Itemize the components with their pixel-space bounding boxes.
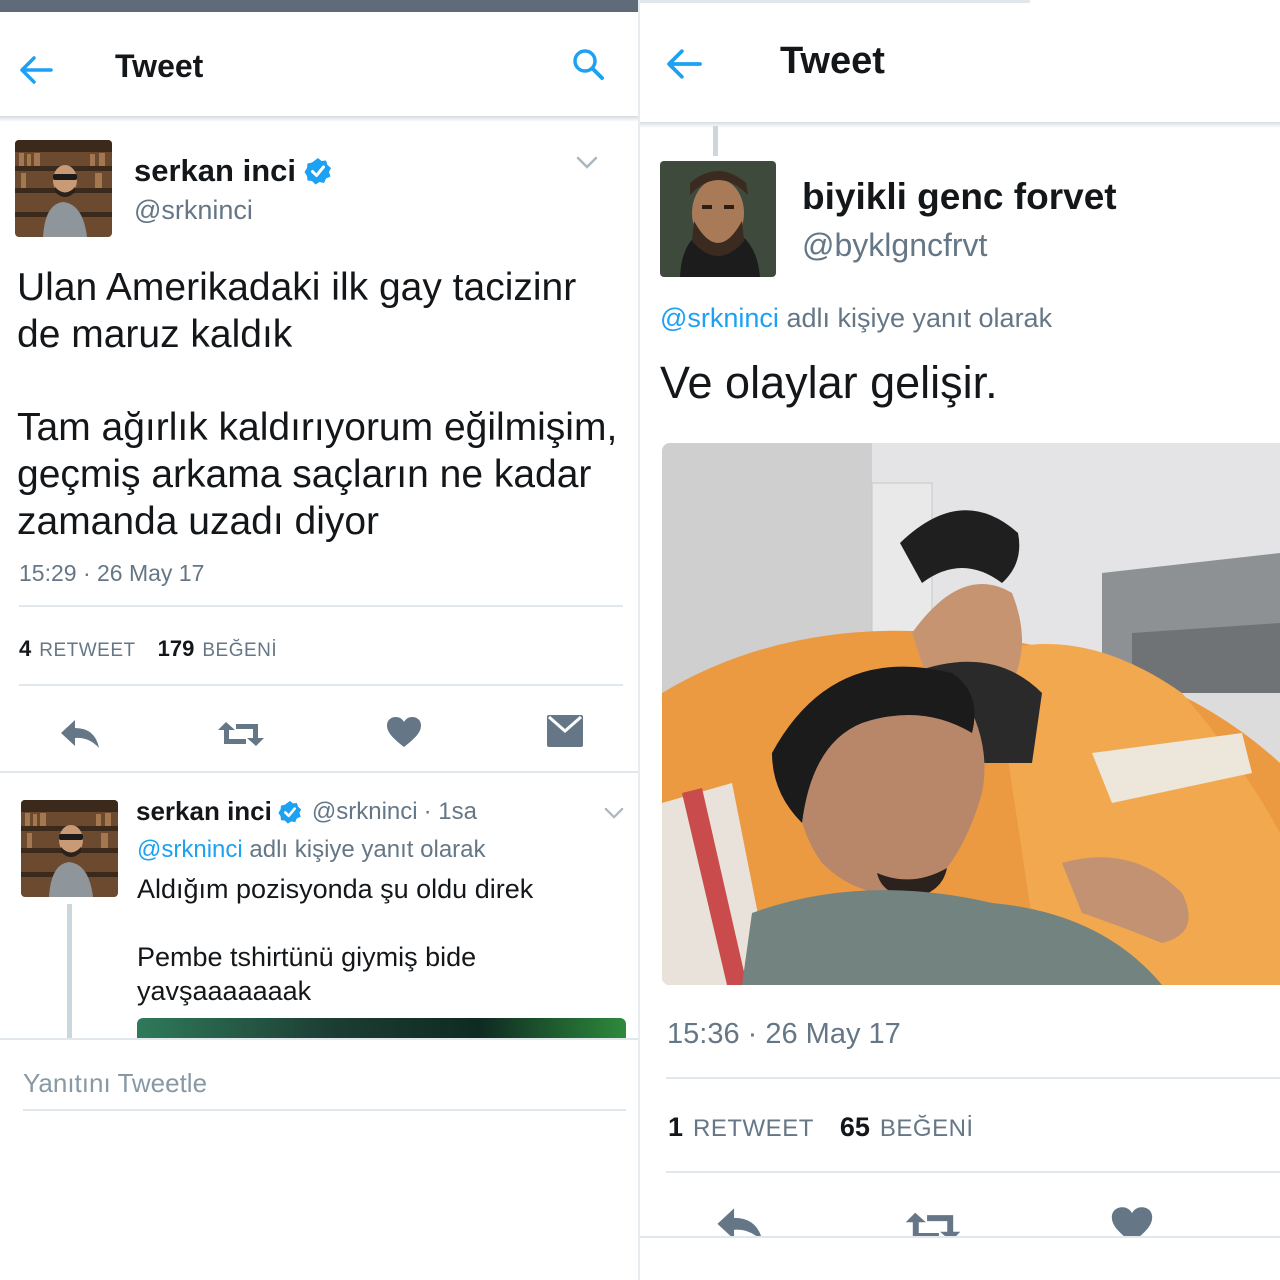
avatar[interactable] [15,140,112,237]
chevron-down-icon[interactable] [598,800,630,826]
tweet-text-line: zamanda uzadı diyor [17,500,380,543]
tweet-text-line: Tam ağırlık kaldırıyorum eğilmişim, [17,406,618,449]
back-arrow-icon[interactable] [14,48,58,92]
divider [19,605,623,607]
divider [0,771,638,773]
retweet-count[interactable]: 4 [19,636,31,662]
tweet-text: Ve olaylar gelişir. [660,357,998,408]
tweet-photo[interactable] [662,443,1280,985]
timestamp[interactable]: 15:36 · 26 May 17 [667,1018,901,1051]
header: Tweet [0,12,638,116]
tweet-text-line: de maruz kaldık [17,313,293,356]
header-shadow [0,116,638,122]
like-label[interactable]: BEĞENİ [880,1115,974,1143]
avatar[interactable] [21,800,118,897]
like-label[interactable]: BEĞENİ [202,640,277,662]
avatar[interactable] [660,161,776,277]
author-name[interactable]: serkan inci [136,796,272,827]
reply-media-preview[interactable] [137,1018,626,1038]
reply-to-handle[interactable]: @srkninci [137,836,243,863]
retweet-label[interactable]: RETWEET [693,1115,814,1143]
retweet-label[interactable]: RETWEET [39,640,135,662]
tweet-text-line: Ulan Amerikadaki ilk gay tacizinr [17,266,577,309]
tweet-stats: 1 RETWEET 65 BEĞENİ [668,1112,974,1143]
direct-message-icon[interactable] [542,710,588,752]
tweet-text: Ulan Amerikadaki ilk gay tacizinr de mar… [17,264,632,545]
retweet-icon[interactable] [902,1208,964,1236]
reply-to-handle[interactable]: @srkninci [660,303,779,333]
author-name[interactable]: serkan inci [134,153,296,189]
left-screenshot: Tweet serkan inci @srkninci Ulan Amerika… [0,0,638,1280]
timestamp[interactable]: 15:29 · 26 May 17 [19,560,204,587]
divider [666,1171,1280,1173]
reply-composer: Yanıtını Tweetle [0,1038,638,1280]
status-bar [0,0,638,12]
reply-text: Aldığım pozisyonda şu oldu direk Pembe t… [137,872,627,1008]
verified-badge-icon [304,157,332,185]
header: Tweet [640,0,1280,122]
reply-text-line: Pembe tshirtünü giymiş bide [137,942,477,972]
reply-input-underline [23,1109,626,1111]
reply-composer-edge [640,1236,1280,1280]
retweet-icon[interactable] [214,712,268,756]
reply-icon[interactable] [712,1206,768,1236]
like-count[interactable]: 65 [840,1112,870,1143]
tweet-age: · 1sa [423,797,477,825]
reply-to-suffix: adlı kişiye yanıt olarak [249,836,486,863]
author-handle[interactable]: @srkninci [312,798,418,826]
author-handle[interactable]: @byklgncfrvt [802,227,987,264]
header-shadow [640,122,1280,128]
like-icon[interactable] [382,710,426,754]
right-screenshot: Tweet biyikli genc forvet @byklgncfrvt @… [640,0,1280,1280]
like-count[interactable]: 179 [158,636,195,662]
retweet-count[interactable]: 1 [668,1112,683,1143]
chevron-down-icon[interactable] [570,148,604,178]
page-title: Tweet [780,40,885,82]
thread-line [67,904,72,1040]
tweet-stats: 4 RETWEET 179 BEĞENİ [19,636,277,662]
reply-text-line: Aldığım pozisyonda şu oldu direk [137,874,534,904]
reply-text-line: yavşaaaaaaak [137,976,312,1006]
verified-badge-icon [278,800,302,824]
search-icon[interactable] [566,42,610,86]
tweet-text-line: geçmiş arkama saçların ne kadar [17,453,592,496]
reply-input[interactable]: Yanıtını Tweetle [23,1068,207,1099]
divider [666,1077,1280,1079]
reply-to-suffix: adlı kişiye yanıt olarak [786,303,1053,333]
author-name[interactable]: biyikli genc forvet [802,176,1117,218]
author-handle[interactable]: @srkninci [134,195,253,226]
like-icon[interactable] [1108,1206,1156,1236]
back-arrow-icon[interactable] [662,42,706,86]
thread-line [713,126,718,156]
divider [19,684,623,686]
reply-icon[interactable] [56,712,104,756]
reply-context: @srkninci adlı kişiye yanıt olarak [137,836,486,864]
reply-context: @srkninci adlı kişiye yanıt olarak [660,303,1052,334]
page-title: Tweet [115,48,204,84]
